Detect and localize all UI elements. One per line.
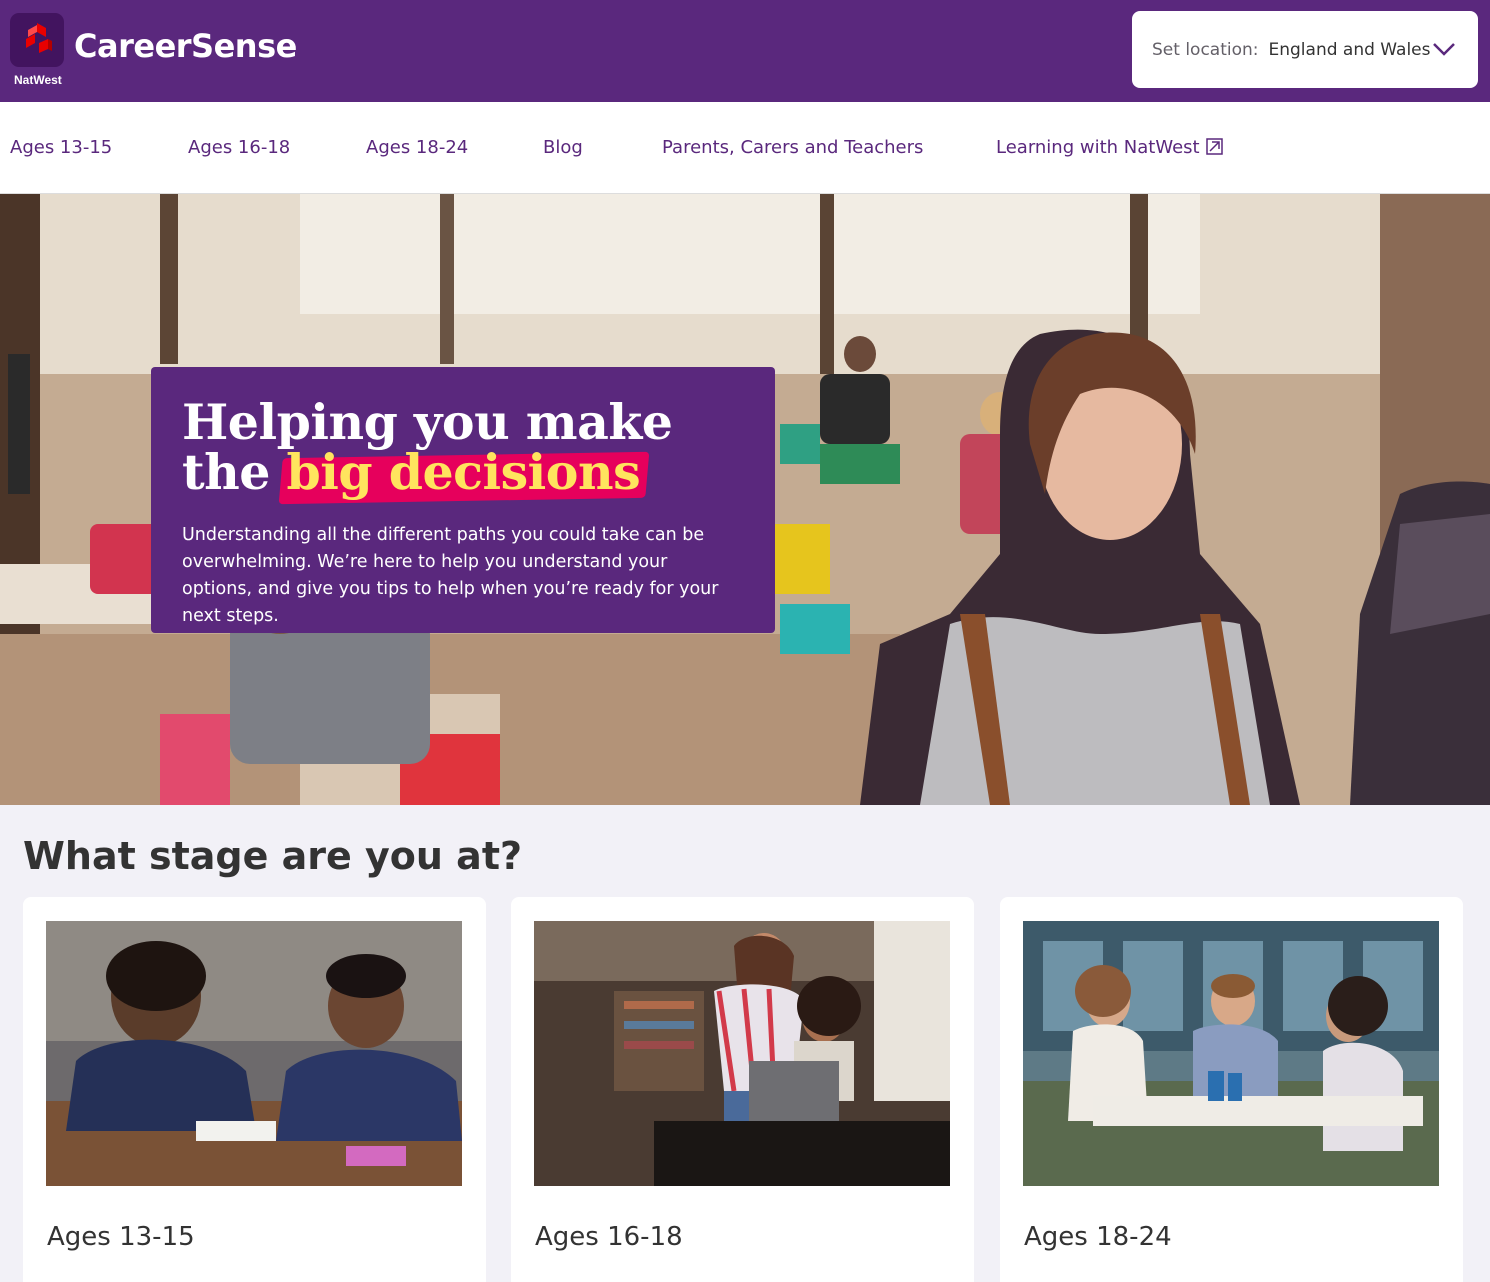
nav-item-ages-18-24[interactable]: Ages 18-24 (366, 137, 468, 158)
hero-title-line2: the big decisions (182, 447, 672, 497)
external-link-icon (1205, 138, 1223, 155)
hero-title-highlight: big decisions (287, 447, 641, 497)
main-nav: Ages 13-15 Ages 16-18 Ages 18-24 Blog Pa… (0, 102, 1490, 194)
natwest-cubes-icon (26, 23, 52, 53)
card-image-ages-13-15 (46, 921, 462, 1186)
card-title-ages-16-18: Ages 16-18 (535, 1222, 683, 1252)
card-image-ages-16-18 (534, 921, 950, 1186)
site-header: CareerSense NatWest Set location: Englan… (0, 0, 1490, 102)
hero-banner: Helping you make the big decisions Under… (0, 194, 1490, 805)
stage-card-ages-16-18[interactable]: Ages 16-18 (511, 897, 974, 1282)
nav-item-parents-carers-teachers[interactable]: Parents, Carers and Teachers (662, 137, 923, 158)
hero-title: Helping you make the big decisions (182, 393, 673, 497)
hero-card: Helping you make the big decisions Under… (151, 367, 775, 633)
stage-card-ages-18-24[interactable]: Ages 18-24 (1000, 897, 1463, 1282)
card-photo-teens-writing (46, 921, 462, 1186)
nav-item-ages-13-15[interactable]: Ages 13-15 (10, 137, 112, 158)
card-photo-young-adults-meeting (1023, 921, 1439, 1186)
chevron-down-icon (1433, 43, 1455, 56)
nav-item-learning-with-natwest[interactable]: Learning with NatWest (996, 137, 1223, 158)
card-photo-students-laptop (534, 921, 950, 1186)
nav-item-ages-16-18[interactable]: Ages 16-18 (188, 137, 290, 158)
hero-title-line1: Helping you make (182, 393, 673, 451)
hero-title-highlight-text: big decisions (286, 443, 641, 501)
logo-wordmark: NatWest (14, 73, 62, 87)
card-title-ages-18-24: Ages 18-24 (1024, 1222, 1172, 1252)
stage-card-ages-13-15[interactable]: Ages 13-15 (23, 897, 486, 1282)
location-value: England and Wales (1268, 39, 1431, 60)
section-heading-stage: What stage are you at? (23, 834, 523, 878)
nav-item-blog[interactable]: Blog (543, 137, 583, 158)
card-title-ages-13-15: Ages 13-15 (47, 1222, 195, 1252)
hero-title-prefix: the (182, 443, 270, 501)
nav-item-learning-label: Learning with NatWest (996, 137, 1200, 158)
card-image-ages-18-24 (1023, 921, 1439, 1186)
location-selector[interactable]: Set location: England and Wales (1132, 11, 1478, 88)
location-label: Set location: (1152, 39, 1259, 60)
brand-name[interactable]: CareerSense (74, 27, 297, 65)
hero-description: Understanding all the different paths yo… (182, 525, 719, 626)
natwest-logo[interactable] (10, 13, 64, 67)
